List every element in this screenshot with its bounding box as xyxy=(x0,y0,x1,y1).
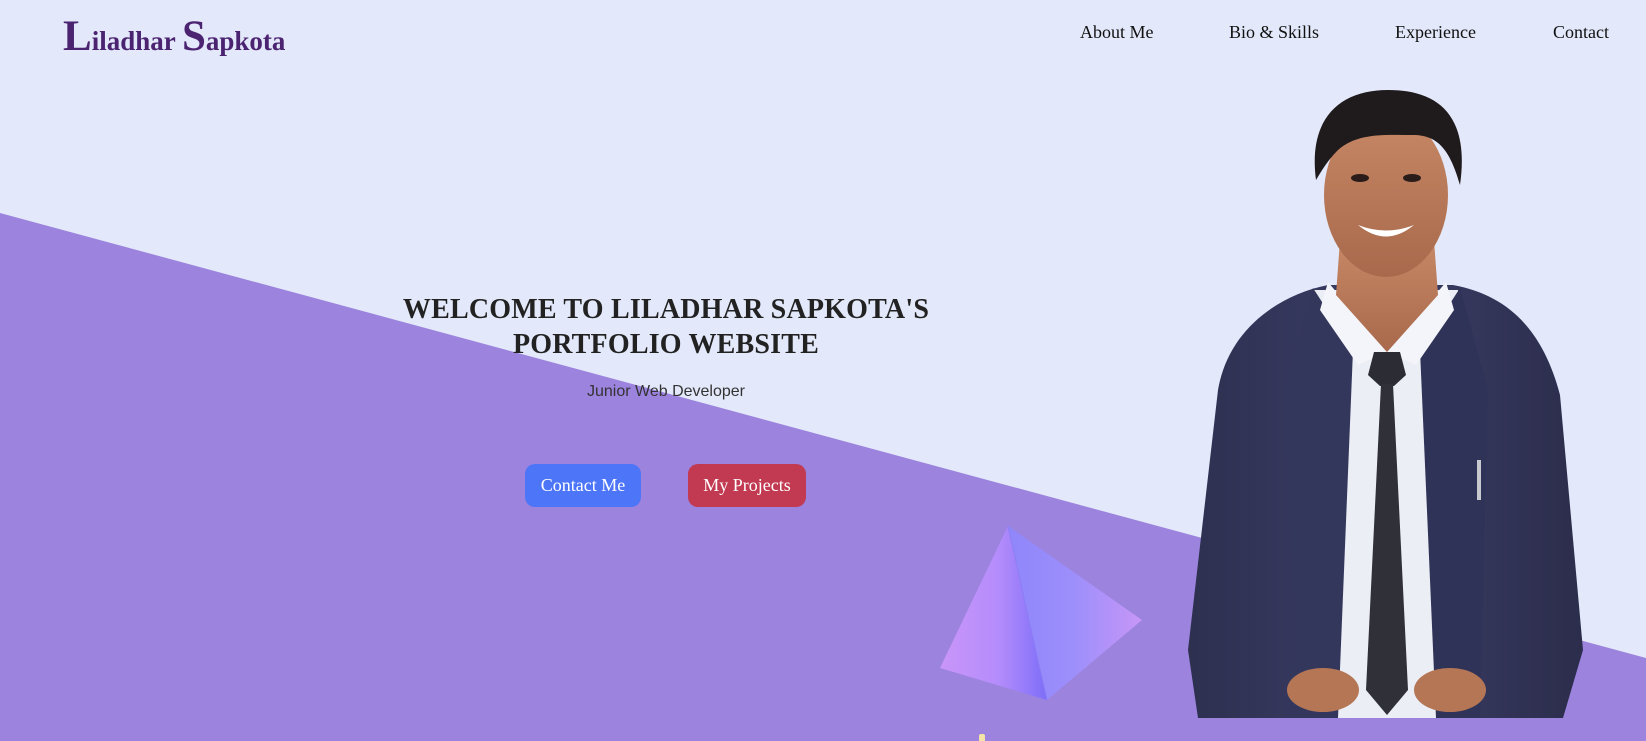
nav-link-contact[interactable]: Contact xyxy=(1553,22,1609,43)
pyramid-graphic xyxy=(940,525,1142,701)
hero-title-line-2: PORTFOLIO WEBSITE xyxy=(512,329,820,360)
nav-link-bio-skills[interactable]: Bio & Skills xyxy=(1229,22,1319,43)
hero-title-line-1: WELCOME TO LILADHAR SAPKOTA'S xyxy=(402,294,930,325)
portfolio-page: Liladhar Sapkota About Me Bio & Skills E… xyxy=(0,0,1646,741)
navbar: Liladhar Sapkota About Me Bio & Skills E… xyxy=(0,0,1646,80)
hero-subtitle: Junior Web Developer xyxy=(586,383,745,400)
decorative-mark xyxy=(979,734,985,741)
hero-section: WELCOME TO LILADHAR SAPKOTA'S PORTFOLIO … xyxy=(330,292,1002,401)
profile-photo xyxy=(1188,90,1583,718)
my-projects-button[interactable]: My Projects xyxy=(688,464,806,507)
hero-title: WELCOME TO LILADHAR SAPKOTA'S PORTFOLIO … xyxy=(330,292,1002,362)
nav-links: About Me Bio & Skills Experience Contact xyxy=(0,22,1646,46)
nav-link-about-me[interactable]: About Me xyxy=(1080,22,1154,43)
contact-me-button[interactable]: Contact Me xyxy=(525,464,641,507)
nav-link-experience[interactable]: Experience xyxy=(1395,22,1476,43)
